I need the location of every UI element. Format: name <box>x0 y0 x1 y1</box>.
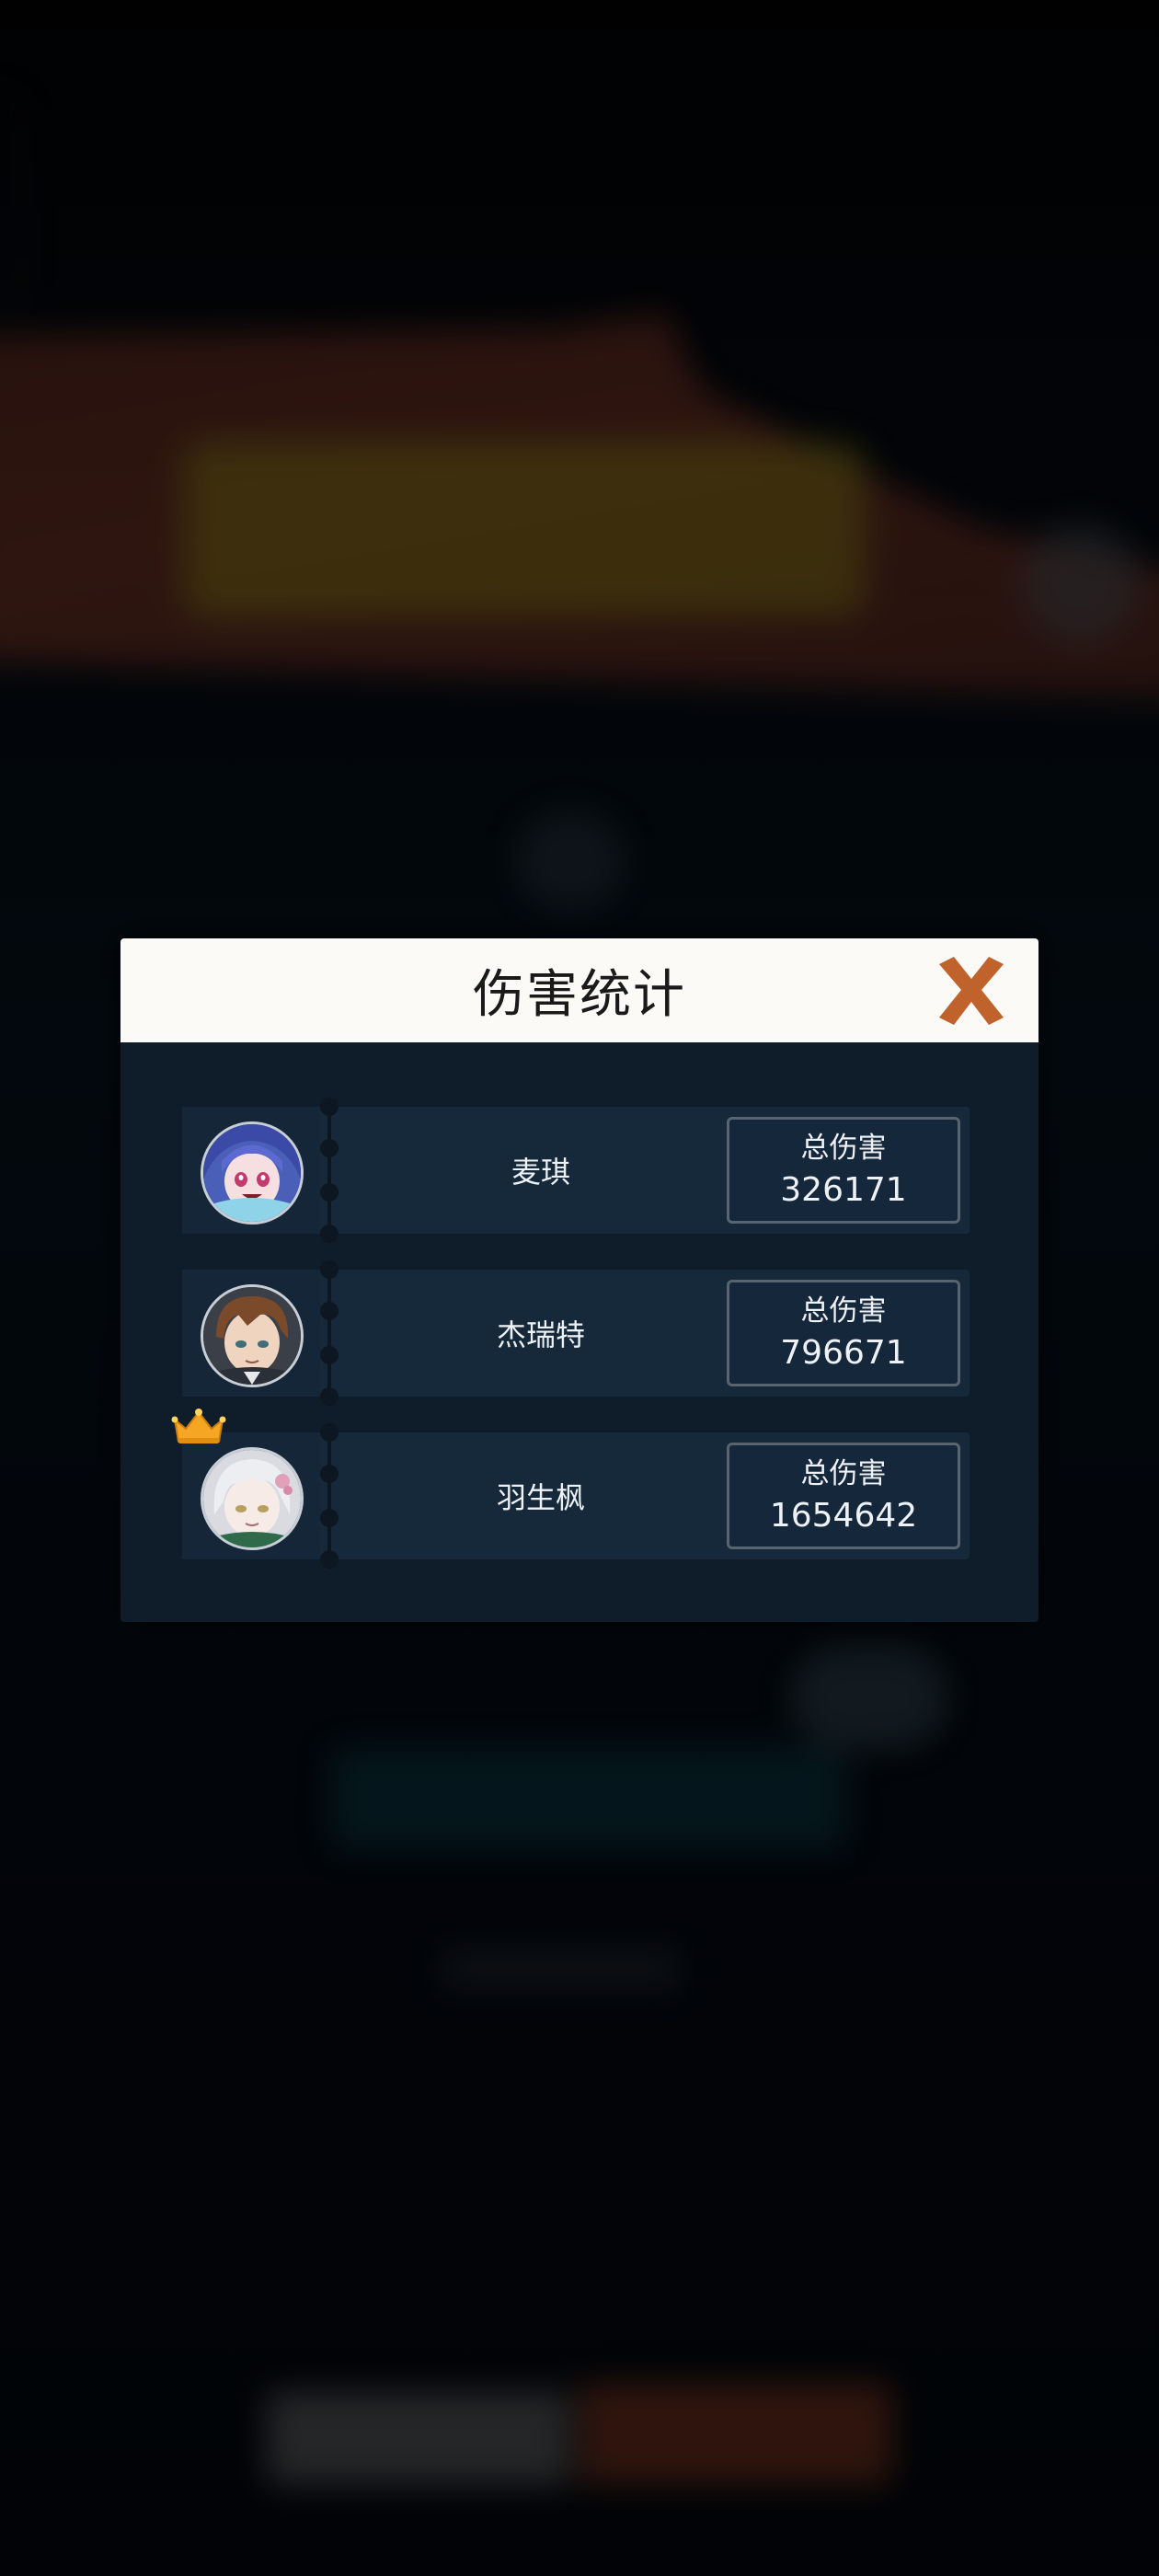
row-notch <box>320 1509 339 1527</box>
row-notch <box>320 1423 339 1442</box>
row-divider <box>327 1432 331 1559</box>
row-notch <box>320 1183 339 1202</box>
list-item: 麦琪 总伤害 326171 <box>182 1098 970 1243</box>
close-x-icon <box>939 957 1004 1025</box>
total-damage-value: 326171 <box>780 1171 907 1209</box>
damage-list: 麦琪 总伤害 326171 杰瑞特 总伤害 796671 羽生枫 总伤害 165… <box>171 1098 970 1595</box>
total-damage-box: 总伤害 1654642 <box>727 1443 960 1549</box>
total-damage-label: 总伤害 <box>800 1132 887 1165</box>
damage-stats-dialog: 伤害统计 麦琪 总伤害 326171 杰瑞特 总伤害 796671 羽生枫 总伤… <box>120 938 1039 1622</box>
player-name: 羽生枫 <box>496 1480 585 1515</box>
row-notch <box>320 1302 339 1320</box>
list-item: 羽生枫 总伤害 1654642 <box>171 1409 970 1569</box>
row-notch <box>320 1550 339 1569</box>
total-damage-box: 总伤害 326171 <box>727 1117 960 1224</box>
row-notch <box>320 1346 339 1364</box>
dialog-header: 伤害统计 <box>120 938 1039 1042</box>
row-divider <box>327 1270 331 1397</box>
row-divider <box>327 1107 331 1234</box>
row-notch <box>320 1260 339 1279</box>
total-damage-label: 总伤害 <box>800 1457 887 1490</box>
avatar-purple-hair-girl[interactable] <box>201 1121 304 1225</box>
row-notch <box>320 1225 339 1243</box>
total-damage-value: 796671 <box>780 1334 907 1372</box>
crown-icon <box>171 1407 226 1447</box>
avatar-white-hair-girl[interactable] <box>201 1447 304 1550</box>
player-name: 杰瑞特 <box>496 1317 585 1352</box>
row-notch <box>320 1465 339 1483</box>
row-notch <box>320 1139 339 1157</box>
list-item: 杰瑞特 总伤害 796671 <box>182 1260 970 1406</box>
game-screen: 伤害统计 麦琪 总伤害 326171 杰瑞特 总伤害 796671 羽生枫 总伤… <box>0 0 1159 2576</box>
dialog-title: 伤害统计 <box>473 965 686 1025</box>
total-damage-box: 总伤害 796671 <box>727 1280 960 1386</box>
row-notch <box>320 1098 339 1116</box>
row-notch <box>320 1387 339 1406</box>
player-name: 麦琪 <box>511 1155 570 1190</box>
close-button[interactable] <box>932 951 1011 1030</box>
avatar-brown-hair-man[interactable] <box>201 1284 304 1387</box>
total-damage-label: 总伤害 <box>800 1294 887 1328</box>
total-damage-value: 1654642 <box>769 1497 918 1535</box>
